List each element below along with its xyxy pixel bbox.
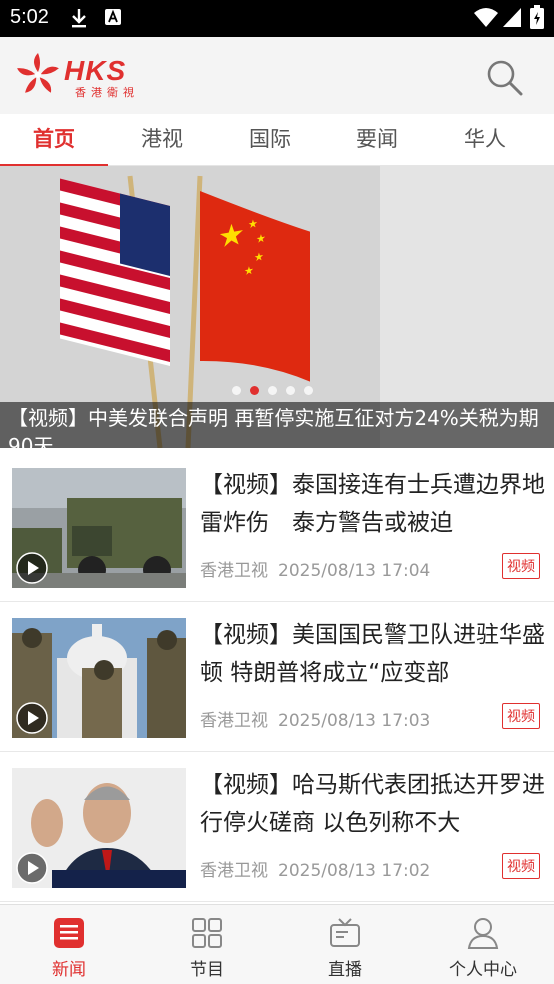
news-time: 2025/08/13 17:03	[278, 711, 431, 731]
tv-icon	[330, 918, 360, 947]
play-icon[interactable]	[16, 552, 48, 584]
news-thumbnail	[12, 768, 186, 888]
tab-label: 要闻	[356, 127, 398, 151]
carousel-dot[interactable]	[232, 386, 241, 395]
nav-profile[interactable]: 个人中心	[414, 905, 552, 984]
tab-label: 港视	[141, 127, 183, 151]
nav-live[interactable]: 直播	[276, 905, 414, 984]
tab-label: 国际	[249, 127, 291, 151]
tab-label: 首页	[33, 127, 75, 151]
search-icon[interactable]	[484, 57, 524, 97]
nav-label: 个人中心	[449, 960, 517, 980]
news-title[interactable]: 【视频】美国国民警卫队进驻华盛顿 特朗普将成立“应变部	[200, 616, 546, 692]
channel-tabs: 首页 港视 国际 要闻 华人	[0, 114, 554, 167]
battery-icon	[530, 5, 544, 29]
video-badge: 视频	[502, 853, 540, 879]
svg-text:★: ★	[248, 217, 258, 232]
tab-chinese[interactable]: 华人	[431, 114, 539, 166]
svg-text:★: ★	[254, 250, 264, 265]
person-icon	[467, 918, 499, 949]
news-source: 香港卫视	[200, 711, 268, 731]
grid-icon	[192, 918, 222, 948]
news-time: 2025/08/13 17:02	[278, 861, 431, 881]
tab-label: 华人	[464, 127, 506, 151]
play-icon[interactable]	[16, 852, 48, 884]
app-header: HKS 香港衛視	[0, 37, 554, 114]
video-badge: 视频	[502, 553, 540, 579]
tab-international[interactable]: 国际	[216, 114, 324, 166]
svg-text:★: ★	[244, 264, 254, 279]
svg-text:★: ★	[218, 216, 245, 255]
nav-label: 新闻	[52, 960, 86, 980]
wifi-icon	[474, 8, 498, 27]
carousel-dot[interactable]	[304, 386, 313, 395]
bauhinia-logo-icon	[17, 53, 59, 93]
app-notification-icon	[105, 9, 121, 25]
download-icon	[72, 9, 86, 28]
nav-label: 直播	[328, 960, 362, 980]
video-badge: 视频	[502, 703, 540, 729]
news-meta: 香港卫视 2025/08/13 17:04	[200, 556, 440, 581]
tab-hong-kong[interactable]: 港视	[108, 114, 216, 166]
news-thumbnail	[12, 618, 186, 738]
news-time: 2025/08/13 17:04	[278, 561, 431, 581]
banner-caption: 【视频】中美发联合声明 再暂停实施互征对方24%关税为期90天	[0, 402, 554, 448]
featured-banner[interactable]: ★ ★ ★ ★ ★ 【视频】中美发联合声明 再暂停实施互征对方24%关税为期90…	[0, 166, 554, 448]
bottom-navigation: 新闻 节目 直播 个人中心	[0, 904, 554, 984]
news-source: 香港卫视	[200, 861, 268, 881]
news-item[interactable]: 【视频】泰国接连有士兵遭边界地雷炸伤 泰方警告或被迫 香港卫视 2025/08/1…	[0, 452, 554, 602]
signal-icon	[503, 8, 521, 27]
status-time: 5:02	[10, 6, 49, 28]
news-meta: 香港卫视 2025/08/13 17:03	[200, 706, 440, 731]
news-thumbnail	[12, 468, 186, 588]
news-title[interactable]: 【视频】哈马斯代表团抵达开罗进行停火磋商 以色列称不大	[200, 766, 546, 842]
nav-news[interactable]: 新闻	[0, 905, 138, 984]
news-item[interactable]: 【视频】美国国民警卫队进驻华盛顿 特朗普将成立“应变部 香港卫视 2025/08/…	[0, 602, 554, 752]
news-meta: 香港卫视 2025/08/13 17:02	[200, 856, 440, 881]
news-item[interactable]: 【视频】哈马斯代表团抵达开罗进行停火磋商 以色列称不大 香港卫视 2025/08/…	[0, 752, 554, 902]
news-icon	[54, 918, 84, 948]
nav-programs[interactable]: 节目	[138, 905, 276, 984]
news-source: 香港卫视	[200, 561, 268, 581]
play-icon[interactable]	[16, 702, 48, 734]
svg-text:★: ★	[256, 231, 266, 246]
status-bar: 5:02	[0, 0, 554, 37]
tab-headlines[interactable]: 要闻	[323, 114, 431, 166]
tab-home[interactable]: 首页	[0, 114, 108, 167]
carousel-dot-active[interactable]	[250, 386, 259, 395]
nav-label: 节目	[190, 960, 224, 980]
hks-logo[interactable]: HKS 香港衛視	[14, 51, 144, 99]
carousel-dot[interactable]	[286, 386, 295, 395]
news-title[interactable]: 【视频】泰国接连有士兵遭边界地雷炸伤 泰方警告或被迫	[200, 466, 546, 542]
logo-subtitle: 香港衛視	[75, 86, 139, 99]
logo-text: HKS	[64, 55, 127, 86]
carousel-dot[interactable]	[268, 386, 277, 395]
